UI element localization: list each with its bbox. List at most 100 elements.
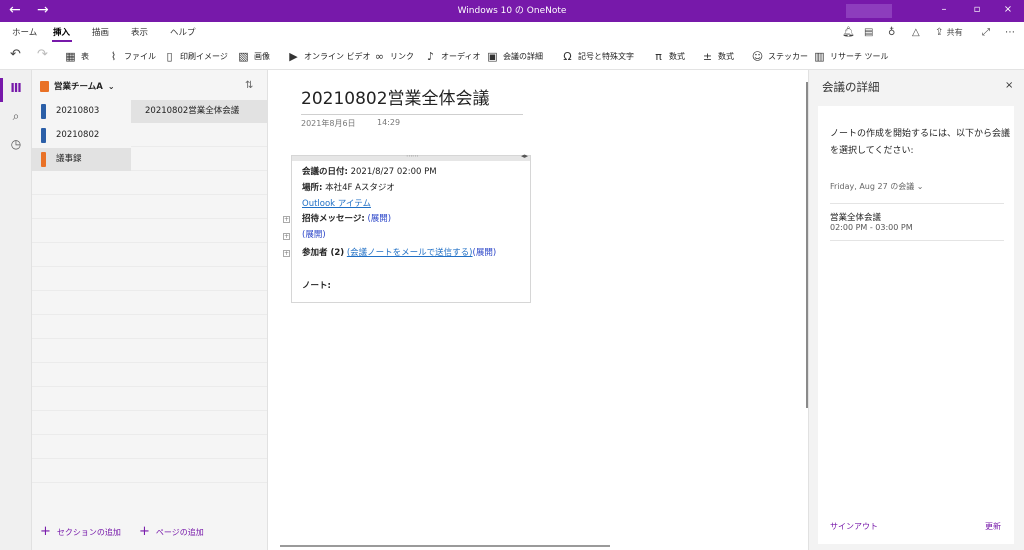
maximize-button[interactable]: ▫ [967,3,987,17]
sticker-button[interactable]: ☺ ステッカー [751,49,808,63]
bell-icon[interactable]: 🔔︎ [842,27,855,39]
sections-pane: 営業チームA ⌄ 20210803 20210802 議事録 [32,70,131,550]
online-video-button[interactable]: ▶ オンライン ビデオ [287,49,370,63]
divider [131,194,267,195]
more-icon[interactable]: ⋯ [1005,27,1015,39]
collapse-toggle[interactable]: + [283,233,290,240]
onenote-window: ← → Windows 10 の OneNote – ▫ × ホーム 挿入 描画… [0,0,1024,550]
file-button[interactable]: ⌇ ファイル [107,49,156,63]
section-item-selected[interactable]: 議事録 [32,148,131,171]
picture-icon: ▧ [238,49,249,63]
invite-message-line: 招待メッセージ: (展開) [302,214,392,224]
divider [131,362,267,363]
audio-icon: ♪ [426,49,435,63]
page-canvas[interactable] [269,70,808,550]
notebooks-icon[interactable]: Ⅲ [8,80,24,96]
page-title[interactable]: 20210802営業全体会議 [301,88,490,110]
sort-icon[interactable]: ⇅ [245,80,253,91]
section-item[interactable]: 20210803 [32,100,131,123]
recent-icon[interactable]: ◷ [8,136,24,152]
horizontal-scrollbar[interactable] [280,545,610,547]
refresh-link[interactable]: 更新 [985,521,1001,532]
divider [131,290,267,291]
divider [131,410,267,411]
divider [32,314,131,315]
page-item-selected[interactable]: 20210802営業全体会議 [131,100,267,123]
tab-help[interactable]: ヘルプ [170,27,196,39]
divider [131,338,267,339]
research-button[interactable]: ▥ リサーチ ツール [813,49,888,63]
share-button[interactable]: ⇪ 共有 [935,27,963,39]
pane-title: 会議の詳細 [822,80,880,94]
chevron-down-icon: ⌄ [916,182,924,191]
share-label: 共有 [946,28,963,37]
collapse-toggle[interactable]: + [283,216,290,223]
divider [32,482,131,483]
table-button[interactable]: ▦ 表 [64,49,89,63]
sticky-note-icon[interactable]: ▤ [864,27,873,39]
notebook-selector[interactable]: 営業チームA ⌄ [40,80,115,92]
divider [32,458,131,459]
attendees-line: 参加者 (2) (会議ノートをメールで送信する)(展開) [302,248,497,258]
lightbulb-icon[interactable]: ♁ [888,27,895,39]
sign-out-link[interactable]: サインアウト [830,521,878,532]
redo-button[interactable]: ↷ [37,47,48,62]
expand-link[interactable]: (展開) [367,214,391,224]
outlook-item-link[interactable]: Outlook アイテム [302,198,371,210]
symbols-button[interactable]: Ω 記号と特殊文字 [561,49,634,63]
smiley-icon: ☺ [751,49,764,63]
section-item[interactable]: 20210802 [32,124,131,147]
divider [32,386,131,387]
divider [830,240,1004,241]
meeting-item-title[interactable]: 営業全体会議 [830,211,881,223]
search-icon[interactable]: ⌕ [8,108,24,124]
audio-button[interactable]: ♪ オーディオ [424,49,480,63]
email-notes-link[interactable]: (会議ノートをメールで送信する) [347,248,473,258]
share-icon: ⇪ [935,27,944,38]
divider [32,194,131,195]
meeting-date-line: 会議の日付: 2021/8/27 02:00 PM [302,167,437,177]
divider [131,458,267,459]
math-button[interactable]: ± 数式 [701,49,734,63]
calendar-icon: ▣ [487,49,498,63]
close-button[interactable]: × [998,3,1018,17]
pi-icon: π [655,49,662,63]
divider [830,203,1004,204]
ribbon-tabs: ホーム 挿入 描画 表示 ヘルプ 🔔︎ ▤ ♁ △ ⇪ 共有 ⤢ ⋯ [0,22,1024,42]
picture-button[interactable]: ▧ 画像 [237,49,270,63]
divider [131,170,267,171]
add-section-button[interactable]: + セクションの追加 [40,525,121,538]
collapse-toggle[interactable]: + [283,250,290,257]
close-icon[interactable]: × [1005,80,1013,91]
math-icon: ± [702,49,713,63]
section-color-tab [41,128,46,143]
video-icon: ▶ [289,49,298,63]
notification-icon[interactable]: △ [912,27,920,39]
tab-view[interactable]: 表示 [131,27,148,39]
tab-insert[interactable]: 挿入 [53,27,70,39]
equation-button[interactable]: π 数式 [652,49,685,63]
expand-icon[interactable]: ⤢ [982,27,990,39]
expand-link[interactable]: (展開) [302,229,326,241]
minimize-button[interactable]: – [934,3,954,17]
meeting-details-button[interactable]: ▣ 会議の詳細 [486,49,543,63]
printout-button[interactable]: ▯ 印刷イメージ [163,49,227,63]
tab-draw[interactable]: 描画 [92,27,109,39]
undo-button[interactable]: ↶ [10,47,21,62]
account-area[interactable] [846,4,892,18]
divider [32,266,131,267]
add-page-button[interactable]: + ページの追加 [139,525,204,538]
printout-icon: ▯ [166,49,173,63]
divider [131,386,267,387]
tab-home[interactable]: ホーム [12,27,37,39]
notes-label: ノート: [302,281,331,291]
container-handle[interactable]: ⋯⋯ ◂▸ [292,152,530,161]
link-button[interactable]: ∞ リンク [373,49,414,63]
expand-link[interactable]: (展開) [473,248,497,258]
divider [32,410,131,411]
date-filter-dropdown[interactable]: Friday, Aug 27 の会議 ⌄ [830,181,923,192]
meeting-item-time[interactable]: 02:00 PM - 03:00 PM [830,223,913,232]
divider [131,218,267,219]
meeting-details-container[interactable]: ⋯⋯ ◂▸ 会議の日付: 2021/8/27 02:00 PM 場所: 本社4F… [291,152,531,303]
divider [32,218,131,219]
